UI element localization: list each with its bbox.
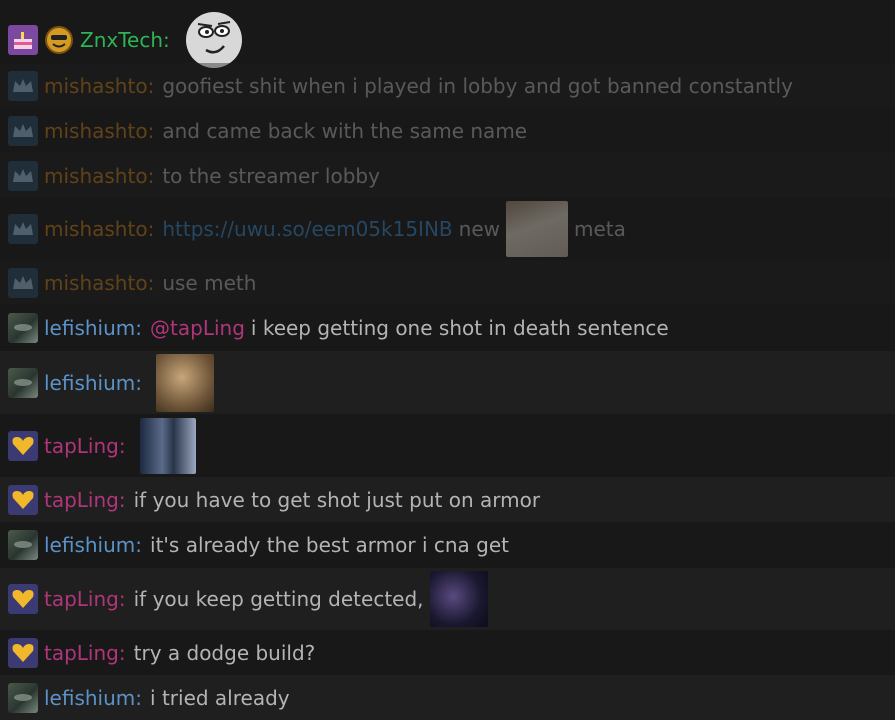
avatar-badge-icon[interactable] (8, 530, 38, 560)
chat-message: lefishium: i tried already (0, 675, 895, 720)
username-colon: : (147, 270, 155, 295)
crown-badge-icon[interactable] (8, 214, 38, 244)
message-text: to the streamer lobby (162, 163, 380, 188)
message-text: use meth (162, 270, 257, 295)
dark-figure-emote[interactable] (429, 571, 488, 627)
message-link[interactable]: https://uwu.so/eem05k15INB (162, 217, 452, 241)
chat-message: lefishium: it's already the best armor i… (0, 522, 895, 568)
avatar-badge-icon[interactable] (8, 313, 38, 343)
chat-message: lefishium: @tapLing i keep getting one s… (0, 305, 895, 351)
username-colon: : (147, 163, 155, 188)
avatar-badge-icon[interactable] (8, 367, 38, 398)
message-text: i keep getting one shot in death sentenc… (250, 316, 669, 340)
message-text: i tried already (150, 685, 290, 710)
username-colon: : (147, 118, 155, 143)
message-text: if you keep getting detected, (133, 587, 424, 611)
message-text: if you have to get shot just put on armo… (133, 487, 541, 512)
username[interactable]: lefishium (44, 371, 135, 395)
username-colon: : (118, 433, 126, 458)
message-text: goofiest shit when i played in lobby and… (162, 73, 793, 98)
heart-badge-icon[interactable] (8, 484, 38, 515)
badge-group (8, 682, 38, 713)
username[interactable]: ZnxTech (80, 28, 163, 52)
username[interactable]: tapLing (44, 434, 119, 458)
badge-group (8, 160, 38, 191)
rage-face-emote[interactable] (185, 12, 242, 68)
message-text: try a dodge build? (133, 640, 316, 665)
username-colon: : (118, 640, 126, 665)
username[interactable]: mishashto (44, 164, 148, 188)
chat-message: mishashto: https://uwu.so/eem05k15INB ne… (0, 198, 895, 260)
mention[interactable]: @tapLing (150, 316, 245, 340)
badge-group (8, 214, 38, 244)
crown-badge-icon[interactable] (8, 267, 38, 298)
chat-message: tapLing: if you keep getting detected, (0, 568, 895, 630)
message-text-after: meta (573, 217, 626, 241)
username[interactable]: mishashto (44, 74, 148, 98)
username-colon: : (135, 685, 143, 710)
coin-face-badge-icon[interactable] (44, 25, 74, 55)
avatar-badge-icon[interactable] (8, 682, 38, 713)
username-colon: : (135, 533, 143, 557)
message-text: it's already the best armor i cna get (150, 533, 510, 557)
chat-message: mishashto: goofiest shit when i played i… (0, 63, 895, 108)
badge-group (8, 25, 74, 55)
badge-group (8, 367, 38, 398)
username-colon: : (147, 217, 155, 241)
crown-badge-icon[interactable] (8, 160, 38, 191)
crown-badge-icon[interactable] (8, 70, 38, 101)
heart-badge-icon[interactable] (8, 637, 38, 668)
username[interactable]: lefishium (44, 533, 135, 557)
message-text: new (458, 217, 500, 241)
username[interactable]: mishashto (44, 271, 148, 295)
badge-group (8, 115, 38, 146)
heart-badge-icon[interactable] (8, 584, 38, 614)
anime-girl-emote[interactable] (505, 201, 568, 257)
username-colon: : (163, 28, 170, 52)
chat-message: mishashto: use meth (0, 260, 895, 305)
username[interactable]: mishashto (44, 217, 148, 241)
badge-group (8, 584, 38, 614)
badge-group (8, 313, 38, 343)
username[interactable]: tapLing (44, 641, 119, 665)
badge-group (8, 530, 38, 560)
chat-message: tapLing: if you have to get shot just pu… (0, 477, 895, 522)
username-colon: : (147, 73, 155, 98)
chat-message: tapLing: try a dodge build? (0, 630, 895, 675)
chat-message: tapLing: (0, 414, 895, 477)
pushing-stone-emote[interactable] (156, 353, 215, 412)
message-text: and came back with the same name (162, 118, 528, 143)
username[interactable]: lefishium (44, 686, 135, 710)
chat-log: ZnxTech: mishashto: goofiest shit when i… (0, 0, 895, 720)
crown-badge-icon[interactable] (8, 115, 38, 146)
cake-badge-icon[interactable] (8, 25, 38, 55)
chat-message: mishashto: and came back with the same n… (0, 108, 895, 153)
username[interactable]: lefishium (44, 316, 135, 340)
username-colon: : (118, 587, 126, 611)
badge-group (8, 70, 38, 101)
chat-message: mishashto: to the streamer lobby (0, 153, 895, 198)
badge-group (8, 484, 38, 515)
username-colon: : (135, 370, 143, 395)
username[interactable]: tapLing (44, 587, 119, 611)
username-colon: : (118, 487, 126, 512)
badge-group (8, 637, 38, 668)
badge-group (8, 267, 38, 298)
badge-group (8, 430, 38, 461)
chat-message: lefishium: (0, 351, 895, 414)
username-colon: : (135, 316, 143, 340)
heart-badge-icon[interactable] (8, 430, 38, 461)
username[interactable]: tapLing (44, 488, 119, 512)
username[interactable]: mishashto (44, 119, 148, 143)
two-men-emote[interactable] (139, 417, 196, 474)
